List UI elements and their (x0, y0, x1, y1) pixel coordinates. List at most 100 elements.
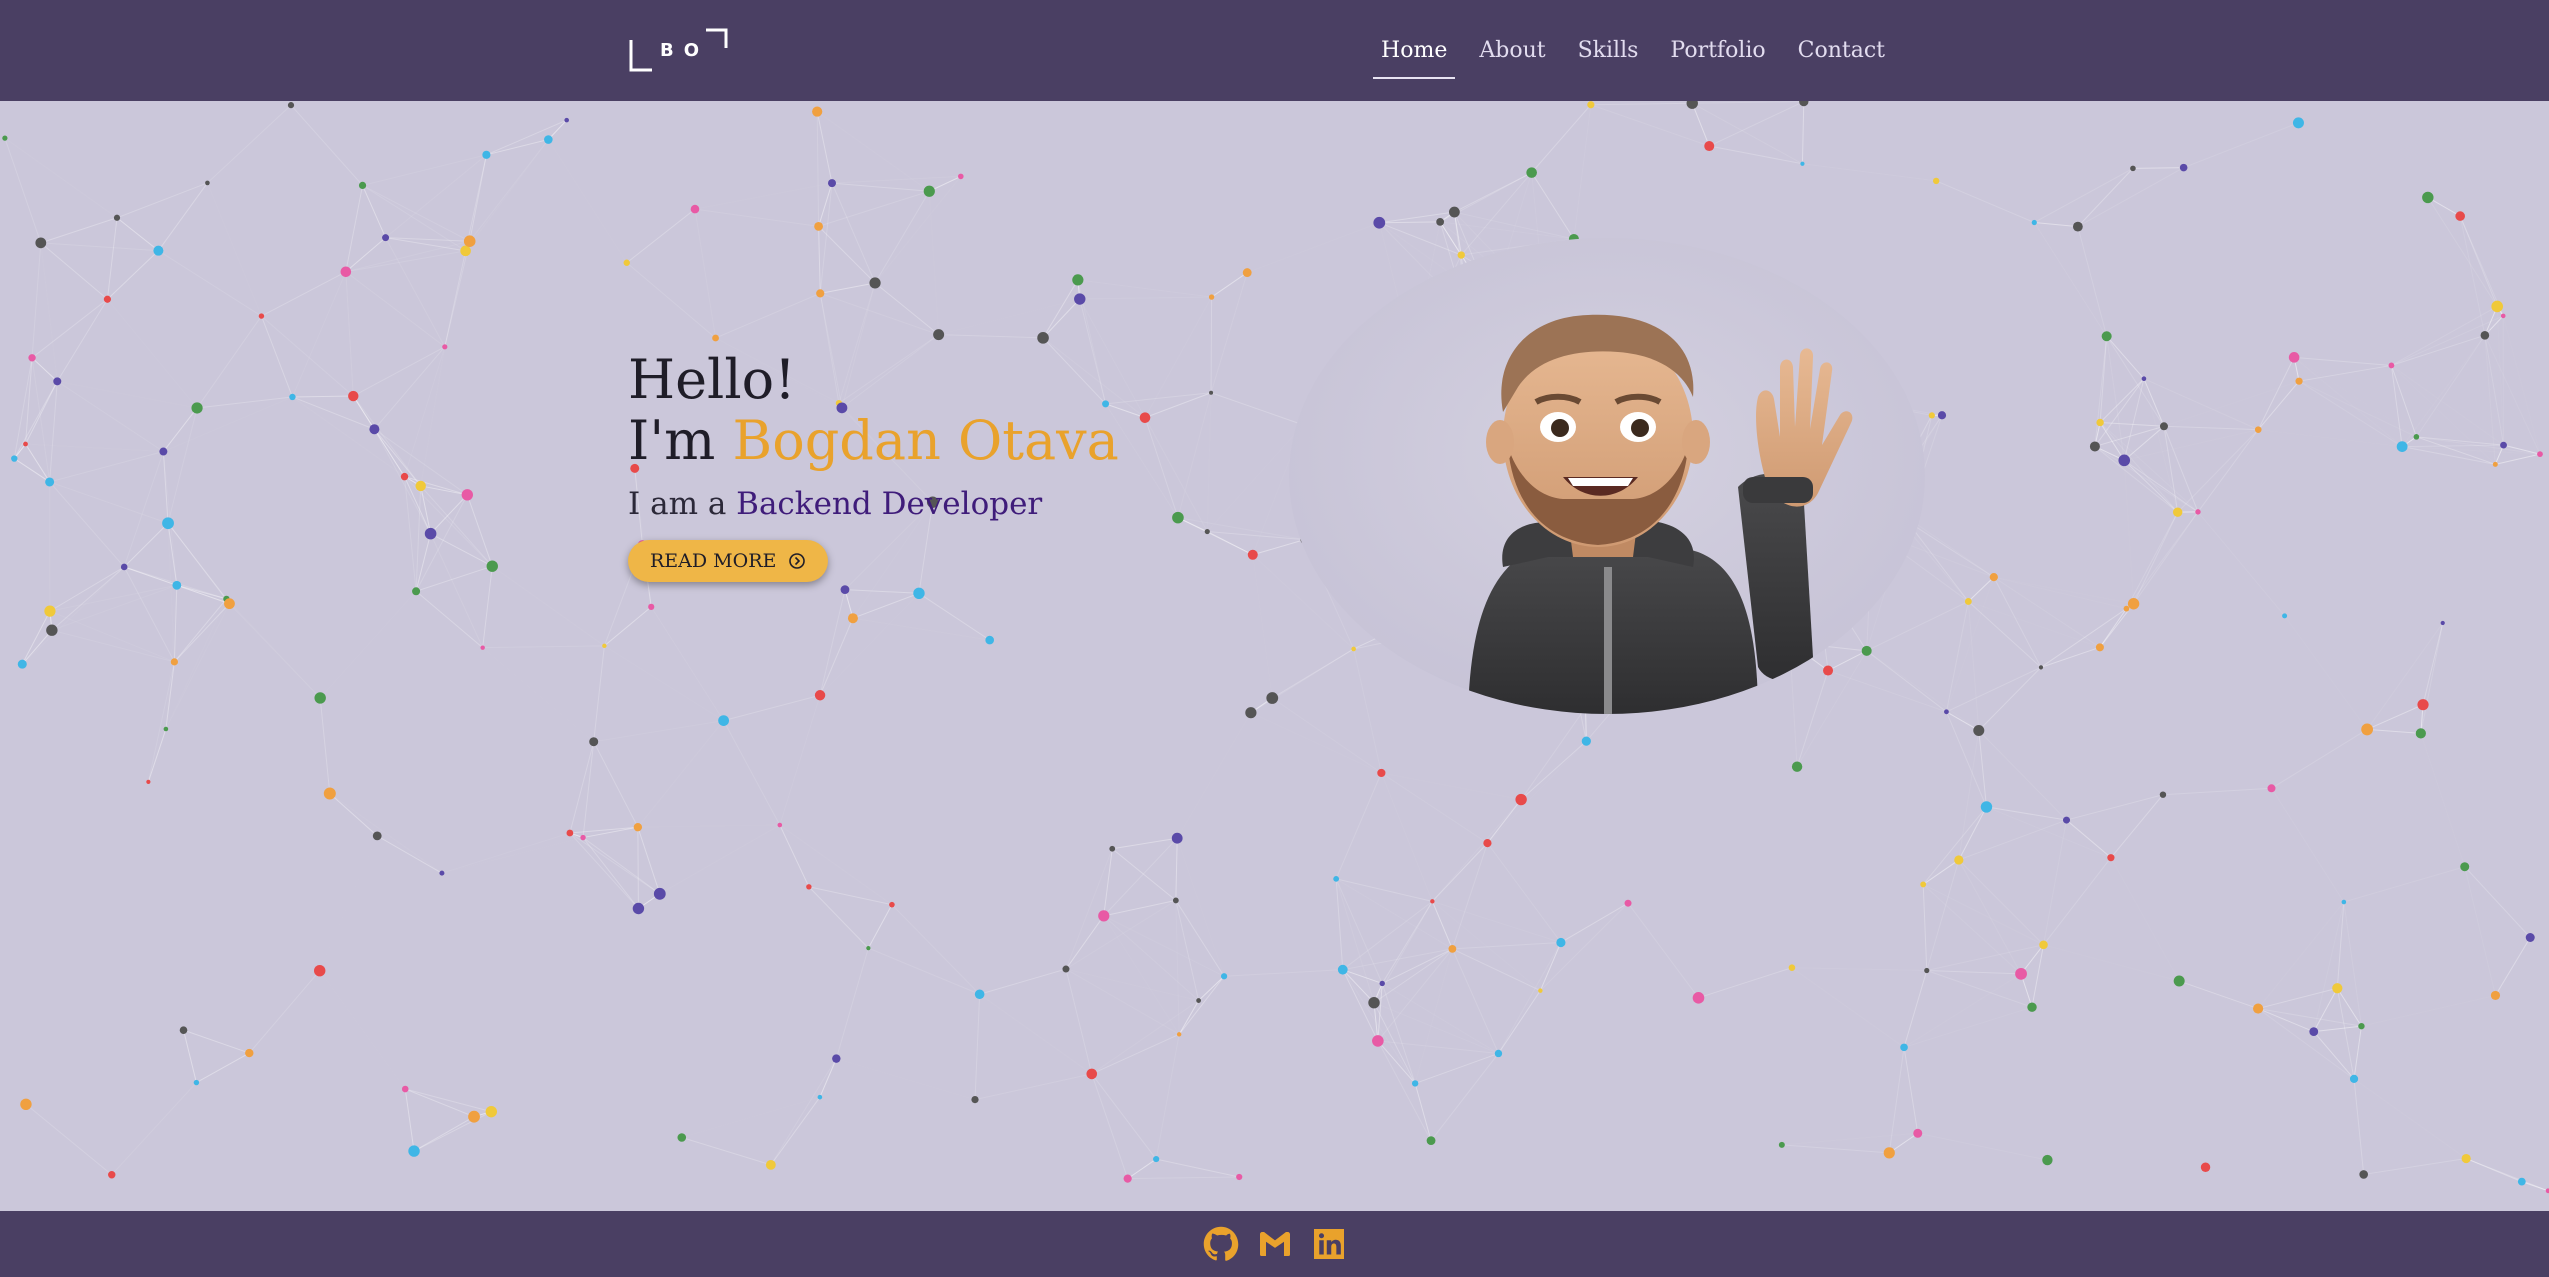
network-node (2253, 1003, 2264, 1014)
network-node (1153, 1155, 1160, 1163)
network-node (2460, 862, 2470, 872)
network-node (827, 179, 836, 188)
network-node (869, 277, 881, 289)
network-node (589, 737, 599, 747)
network-node (816, 289, 825, 298)
network-node (23, 441, 28, 447)
network-node (1123, 1174, 1132, 1183)
network-node (2159, 422, 2168, 431)
network-node (1337, 964, 1348, 975)
network-node (2500, 313, 2506, 319)
read-more-button[interactable]: READ MORE (628, 540, 829, 582)
network-node (2027, 1002, 2037, 1012)
network-node (408, 1145, 420, 1157)
network-node (159, 447, 168, 456)
network-node (2292, 117, 2304, 129)
network-node (677, 1133, 687, 1142)
network-node (1587, 101, 1595, 109)
network-node (1778, 1141, 1785, 1148)
network-node (172, 580, 182, 590)
nav-portfolio[interactable]: Portfolio (1654, 29, 1781, 73)
network-node (1368, 997, 1380, 1009)
network-node (623, 259, 630, 266)
network-node (1372, 1035, 1384, 1047)
network-node (2039, 940, 2048, 950)
network-node (632, 902, 645, 915)
network-node (439, 870, 445, 876)
network-node (889, 901, 895, 908)
logo[interactable]: BO (628, 28, 730, 72)
network-node (28, 354, 36, 362)
network-node (1924, 967, 1930, 974)
network-node (2096, 418, 2104, 427)
network-node (2031, 219, 2037, 226)
network-node (2440, 620, 2445, 626)
hero-intro-prefix: I'm (628, 409, 733, 472)
network-node (20, 1098, 32, 1110)
network-node (847, 613, 858, 624)
network-node (108, 1171, 116, 1179)
network-node (2089, 441, 2100, 452)
network-node (1196, 998, 1202, 1003)
network-node (812, 106, 823, 117)
nav-home[interactable]: Home (1365, 29, 1463, 79)
hero-intro: Hello! I'm Bogdan Otava I am a Backend D… (628, 350, 1119, 582)
network-node (1109, 845, 1116, 852)
network-node (974, 989, 985, 1000)
network-node (482, 150, 491, 159)
network-node (153, 245, 164, 256)
network-node (1538, 988, 1543, 993)
network-node (1208, 294, 1215, 300)
network-node (400, 472, 409, 481)
network-node (2254, 426, 2262, 433)
network-node (258, 313, 265, 319)
network-node (2359, 1170, 2368, 1179)
circle-arrow-icon (789, 553, 806, 569)
nav-contact[interactable]: Contact (1782, 29, 1901, 73)
network-node (1883, 1147, 1895, 1159)
network-node (2123, 605, 2130, 612)
network-node (2288, 352, 2300, 363)
network-node (461, 489, 474, 501)
network-node (1171, 832, 1183, 844)
network-node (2130, 165, 2136, 172)
network-node (103, 295, 112, 303)
network-node (1086, 1068, 1098, 1080)
network-node (2127, 598, 2140, 610)
network-node (2063, 816, 2071, 824)
network-node (323, 787, 336, 800)
network-node (1791, 761, 1803, 772)
network-node (2015, 967, 2027, 980)
network-node (460, 245, 471, 257)
network-node (971, 1096, 979, 1104)
network-node (1172, 511, 1184, 524)
linkedin-icon[interactable] (1311, 1226, 1347, 1262)
site-footer (0, 1211, 2549, 1277)
avatar (1289, 238, 1925, 714)
hero-role-prefix: I am a (628, 486, 737, 522)
network-node (163, 726, 169, 732)
network-node (486, 560, 498, 572)
network-node (1236, 1173, 1243, 1181)
github-icon[interactable] (1203, 1226, 1239, 1262)
nav-skills[interactable]: Skills (1562, 29, 1655, 73)
network-node (1913, 1128, 1923, 1138)
network-node (1964, 598, 1972, 605)
network-node (1483, 839, 1492, 848)
network-node (1624, 899, 1632, 907)
nav-about[interactable]: About (1463, 29, 1561, 73)
network-node (2500, 441, 2507, 449)
network-node (348, 390, 359, 402)
network-node (2095, 643, 2104, 652)
network-node (382, 234, 390, 242)
network-node (566, 829, 574, 837)
network-node (1062, 965, 1070, 973)
gmail-icon[interactable] (1257, 1226, 1293, 1262)
network-node (564, 117, 569, 123)
network-node (1526, 167, 1537, 178)
network-node (162, 517, 174, 530)
network-node (1430, 899, 1435, 904)
network-node (179, 1026, 188, 1034)
network-node (113, 214, 121, 221)
network-node (866, 945, 871, 951)
